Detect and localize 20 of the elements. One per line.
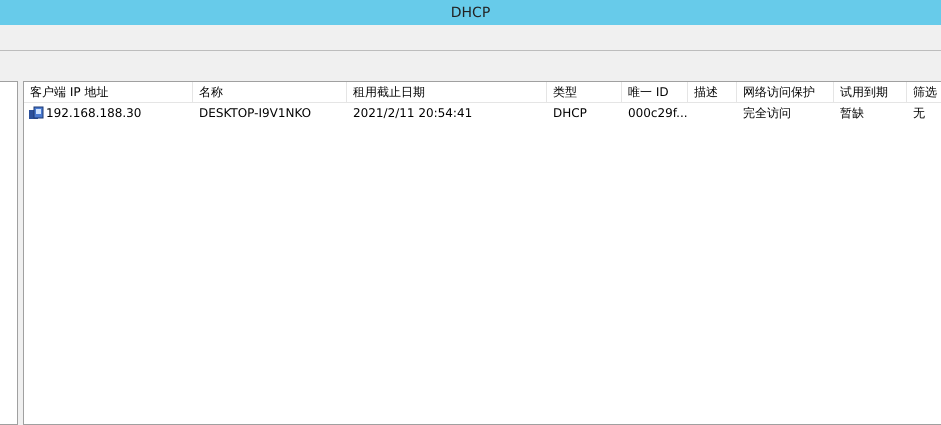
table-cell: DHCP xyxy=(553,106,587,120)
column-header[interactable]: 租用截止日期 xyxy=(347,82,547,102)
column-header[interactable]: 描述 xyxy=(688,82,737,102)
column-header[interactable]: 唯一 ID xyxy=(622,82,688,102)
table-row[interactable]: 192.168.188.30 DESKTOP-I9V1NKO 2021/2/11 20:54:41 DHCP 000c29f... 完全访问 暂缺 无 xyxy=(24,103,941,123)
table-cell: 完全访问 xyxy=(743,104,791,122)
table-cell: 000c29f... xyxy=(628,106,688,120)
column-header[interactable]: 类型 xyxy=(547,82,622,102)
table-cell: 暂缺 xyxy=(840,104,864,122)
computer-icon xyxy=(28,105,44,121)
table-cell: 192.168.188.30 xyxy=(46,106,142,120)
table-cell: DESKTOP-I9V1NKO xyxy=(199,106,312,120)
table-cell: 无 xyxy=(913,104,925,122)
table-cell: 2021/2/11 20:54:41 xyxy=(353,106,472,120)
column-header[interactable]: 名称 xyxy=(193,82,347,102)
column-header[interactable]: 筛选 xyxy=(907,82,941,102)
window-title: DHCP xyxy=(450,4,490,20)
column-header[interactable]: 客户端 IP 地址 xyxy=(24,82,193,102)
column-header[interactable]: 试用到期 xyxy=(834,82,907,102)
column-header[interactable]: 网络访问保护 xyxy=(737,82,834,102)
